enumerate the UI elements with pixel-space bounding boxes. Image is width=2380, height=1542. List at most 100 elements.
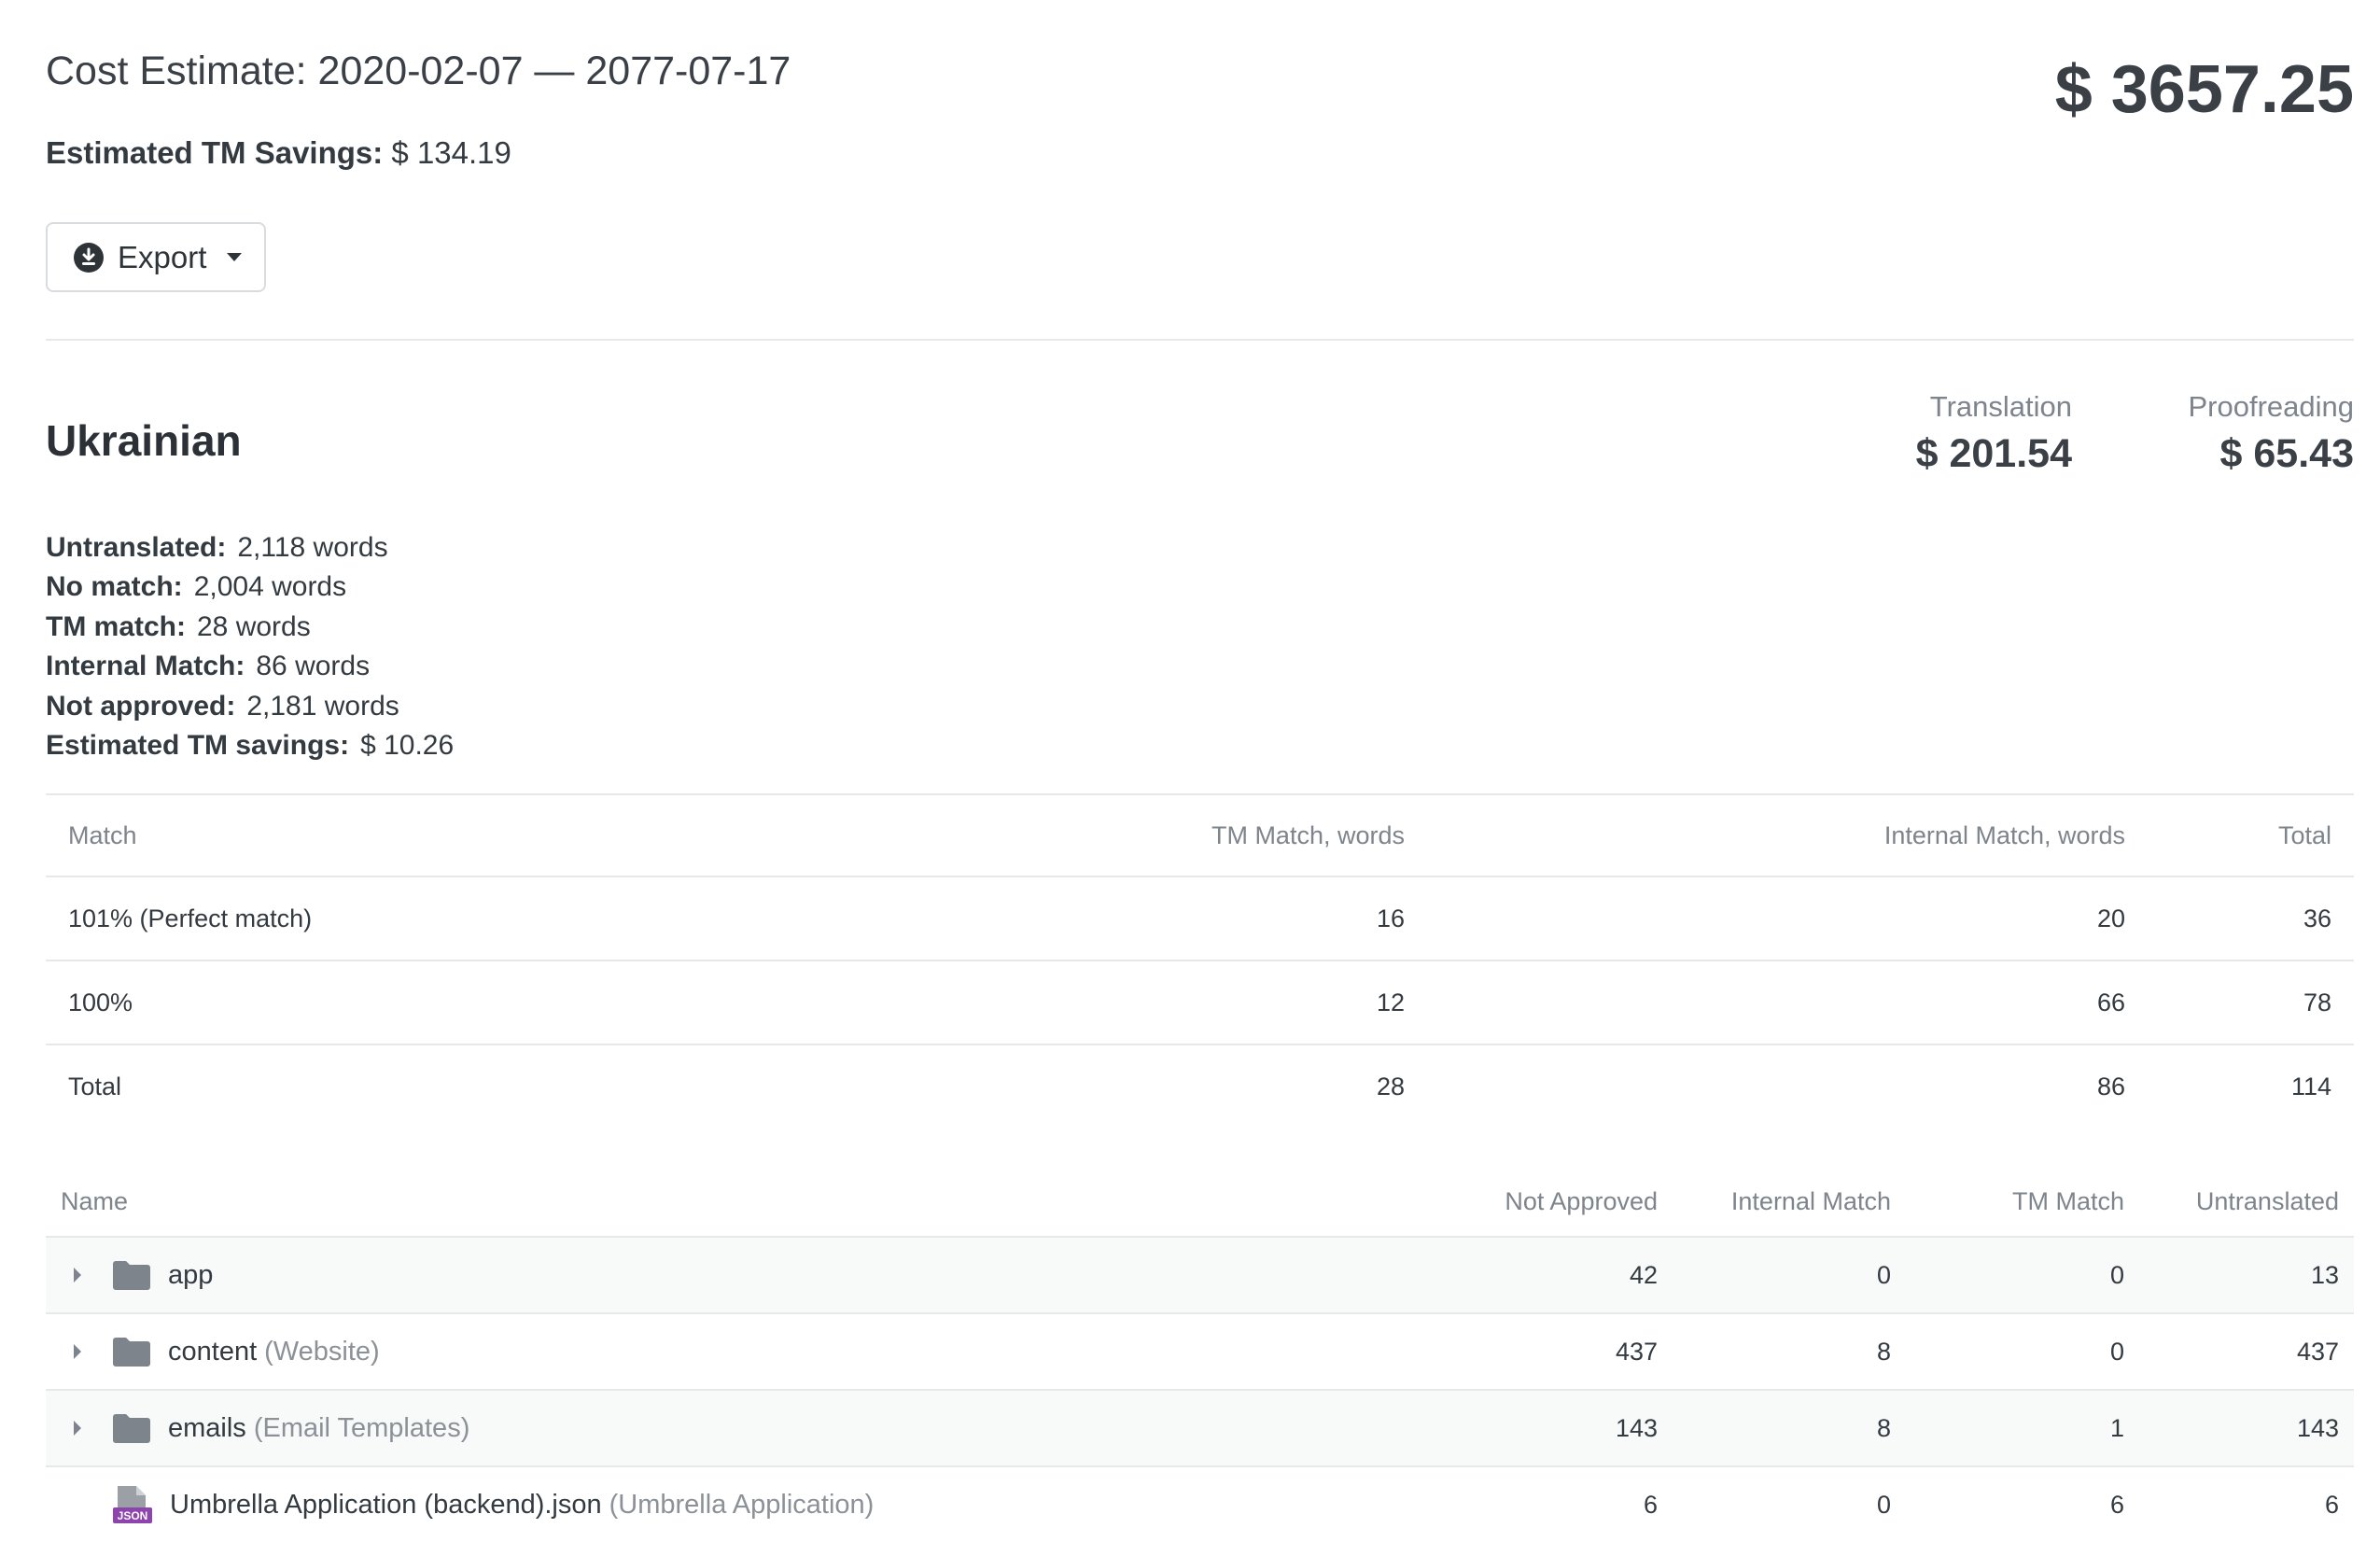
stat-not-approved: Not approved: 2,181 words <box>46 687 454 726</box>
stat-value: 28 words <box>197 610 311 642</box>
table-row-total: Total 28 86 114 <box>46 1044 2354 1128</box>
folder-icon <box>113 1338 150 1367</box>
untranslated-count: 437 <box>2296 1337 2339 1366</box>
chevron-right-icon[interactable] <box>74 1421 81 1436</box>
table-cell: 78 <box>2148 960 2354 1044</box>
files-table-header: Name Not Approved Internal Match TM Matc… <box>46 1167 2354 1237</box>
file-project: (Email Templates) <box>253 1412 470 1443</box>
stat-label: Estimated TM savings: <box>46 730 350 762</box>
internal-match-count: 8 <box>1876 1337 1891 1366</box>
not-approved-count: 143 <box>1615 1413 1658 1442</box>
export-button[interactable]: Export <box>46 222 266 292</box>
stat-label: TM match: <box>46 610 186 642</box>
translation-cost: Translation $ 201.54 <box>1916 390 2072 477</box>
table-cell: Total <box>46 1044 755 1128</box>
table-cell: 16 <box>755 876 1427 960</box>
table-cell: 66 <box>1427 960 2148 1044</box>
not-approved-count: 437 <box>1615 1337 1658 1366</box>
file-name: app <box>168 1259 214 1290</box>
json-file-icon: JSON <box>113 1486 152 1523</box>
files-table: Name Not Approved Internal Match TM Matc… <box>46 1167 2354 1542</box>
table-cell: 20 <box>1427 876 2148 960</box>
internal-match-count: 0 <box>1876 1260 1891 1289</box>
cost-estimate-report: Cost Estimate: 2020-02-07 — 2077-07-17 $… <box>0 0 2380 1534</box>
stat-tm-savings: Estimated TM savings: $ 10.26 <box>46 726 454 765</box>
language-name: Ukrainian <box>46 416 242 465</box>
not-approved-count: 6 <box>1643 1490 1658 1519</box>
stat-value: 2,181 words <box>246 690 399 722</box>
stat-value: 86 words <box>256 651 371 682</box>
chevron-right-icon[interactable] <box>74 1268 81 1283</box>
table-cell: 28 <box>755 1044 1427 1128</box>
file-name-cell: content (Website) <box>46 1313 1425 1390</box>
stat-value: 2,004 words <box>193 571 347 603</box>
untranslated-count: 13 <box>2310 1260 2339 1289</box>
download-circle-icon <box>74 242 104 273</box>
table-cell: 12 <box>755 960 1427 1044</box>
file-row-emails[interactable]: emails (Email Templates) 143 8 1 143 <box>46 1390 2354 1466</box>
file-row-app[interactable]: app 42 0 0 13 <box>46 1237 2354 1313</box>
table-cell: 114 <box>2148 1044 2354 1128</box>
column-header: TM Match <box>2011 1186 2124 1215</box>
column-header: Untranslated <box>2195 1186 2339 1215</box>
tm-savings: Estimated TM Savings: $ 134.19 <box>46 135 511 171</box>
file-name: content <box>168 1336 258 1367</box>
tm-match-count: 0 <box>2109 1260 2124 1289</box>
file-project: (Website) <box>264 1336 380 1367</box>
chevron-down-icon <box>227 253 243 261</box>
not-approved-count: 42 <box>1629 1260 1658 1289</box>
stat-untranslated: Untranslated: 2,118 words <box>46 528 454 568</box>
column-header: Match <box>68 820 137 849</box>
tm-match-count: 1 <box>2109 1413 2124 1442</box>
file-row-content[interactable]: content (Website) 437 8 0 437 <box>46 1313 2354 1390</box>
page-title: Cost Estimate: 2020-02-07 — 2077-07-17 <box>46 49 791 93</box>
internal-match-count: 0 <box>1876 1490 1891 1519</box>
word-stats: Untranslated: 2,118 words No match: 2,004 … <box>46 528 454 765</box>
tm-match-count: 0 <box>2109 1337 2124 1366</box>
file-project: (Umbrella Application) <box>609 1489 875 1520</box>
translation-label: Translation <box>1929 390 2072 423</box>
json-badge-text: JSON <box>118 1509 148 1522</box>
table-cell: 86 <box>1427 1044 2148 1128</box>
file-name: Umbrella Application (backend).json <box>170 1489 602 1520</box>
stat-value: 2,118 words <box>237 532 388 563</box>
stat-no-match: No match: 2,004 words <box>46 568 454 607</box>
proofreading-value: $ 65.43 <box>2219 431 2354 476</box>
export-label: Export <box>118 239 207 274</box>
table-cell: 100% <box>46 960 755 1044</box>
stat-label: Not approved: <box>46 690 236 722</box>
column-header: Total <box>2277 820 2331 849</box>
table-row: 101% (Perfect match) 16 20 36 <box>46 876 2354 960</box>
divider <box>46 339 2354 341</box>
folder-icon <box>113 1414 150 1443</box>
translation-value: $ 201.54 <box>1915 431 2072 476</box>
column-header: Name <box>61 1186 129 1215</box>
tm-match-count: 6 <box>2109 1490 2124 1519</box>
match-table-header: Match TM Match, words Internal Match, wo… <box>46 794 2354 876</box>
internal-match-count: 8 <box>1876 1413 1891 1442</box>
stat-value: $ 10.26 <box>360 730 455 762</box>
stat-label: Internal Match: <box>46 651 245 682</box>
table-row: 100% 12 66 78 <box>46 960 2354 1044</box>
stat-label: No match: <box>46 571 183 603</box>
column-header: Internal Match <box>1730 1186 1891 1215</box>
tm-savings-value: $ 134.19 <box>391 135 511 170</box>
untranslated-count: 143 <box>2296 1413 2339 1442</box>
file-name-cell: JSON Umbrella Application (backend).json… <box>46 1466 1425 1542</box>
folder-icon <box>113 1261 150 1290</box>
tm-savings-label: Estimated TM Savings: <box>46 135 384 170</box>
column-header: Internal Match, words <box>1883 820 2125 849</box>
file-name: emails <box>168 1412 246 1443</box>
table-cell: 101% (Perfect match) <box>46 876 755 960</box>
file-row-json[interactable]: JSON Umbrella Application (backend).json… <box>46 1466 2354 1542</box>
proofreading-cost: Proofreading $ 65.43 <box>2188 390 2354 477</box>
stat-label: Untranslated: <box>46 532 227 563</box>
match-table: Match TM Match, words Internal Match, wo… <box>46 793 2354 1128</box>
grand-total: $ 3657.25 <box>2054 52 2354 127</box>
stat-internal-match: Internal Match: 86 words <box>46 647 454 686</box>
stat-tm-match: TM match: 28 words <box>46 608 454 647</box>
untranslated-count: 6 <box>2324 1490 2339 1519</box>
file-name-cell: emails (Email Templates) <box>46 1390 1425 1466</box>
table-cell: 36 <box>2148 876 2354 960</box>
chevron-right-icon[interactable] <box>74 1344 81 1359</box>
